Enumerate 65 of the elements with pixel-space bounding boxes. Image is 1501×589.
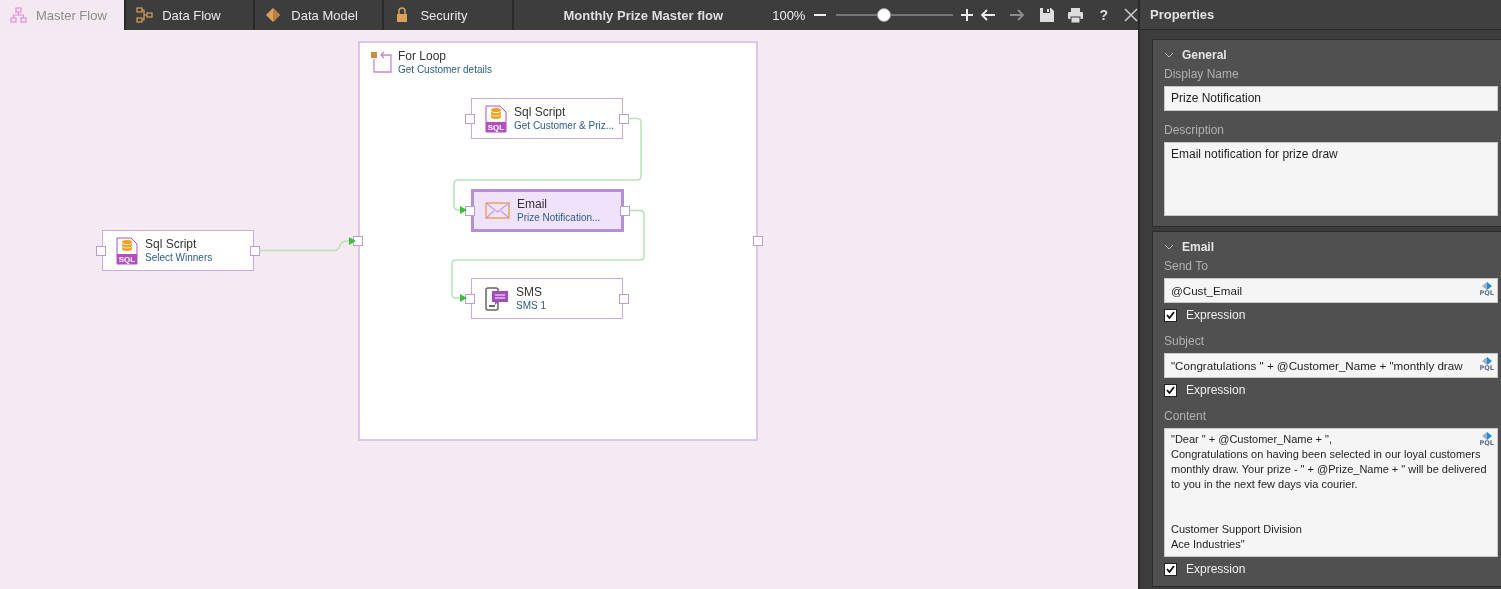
chevron-icon: [1164, 242, 1174, 252]
node-subtitle: Prize Notification...: [517, 210, 601, 224]
data-flow-icon: [136, 7, 154, 23]
node-title: Sql Script: [514, 105, 567, 119]
flow-title: Monthly Prize Master flow: [563, 7, 724, 23]
section-header[interactable]: Email: [1164, 238, 1498, 256]
tab[interactable]: Data Flow: [126, 0, 254, 30]
loop-icon: [370, 51, 392, 73]
slider-thumb[interactable]: [877, 8, 892, 22]
panel-title: Properties: [1140, 0, 1501, 30]
zoom-in-button[interactable]: [961, 9, 974, 21]
check-icon: [1166, 311, 1175, 319]
section-header[interactable]: General: [1164, 46, 1498, 64]
zoom-level: 100%: [772, 7, 806, 23]
check-icon: [1166, 386, 1175, 394]
field-label: Send To: [1164, 259, 1209, 273]
plus-icon: [961, 9, 974, 21]
flow-node[interactable]: SQL Sql Script Select Winners: [102, 230, 254, 271]
field-label: Display Name: [1164, 67, 1240, 81]
field-label: Content: [1164, 409, 1208, 423]
node-subtitle: Get Customer & Priz...: [514, 119, 615, 132]
envelope-icon: [485, 202, 510, 219]
node-subtitle: Select Winners: [145, 251, 213, 264]
print-button[interactable]: [1067, 7, 1085, 23]
field-label: Subject: [1164, 334, 1206, 348]
checkbox-label: Expression: [1186, 562, 1246, 576]
flow-node[interactable]: SQL Sql Script Get Customer & Priz...: [471, 98, 623, 139]
node-title: SMS: [516, 285, 543, 299]
flow-node[interactable]: SMS SMS 1: [471, 278, 623, 319]
loop-subtitle: Get Customer details: [398, 63, 492, 76]
triangle-icon: [1481, 432, 1492, 440]
node-title: Sql Script: [145, 237, 198, 251]
flow-node[interactable]: Email Prize Notification...: [471, 189, 624, 232]
check-icon: [1166, 565, 1175, 573]
connection-port[interactable]: [465, 205, 475, 216]
flowchart-icon: [10, 7, 27, 23]
checkbox-label: Expression: [1186, 308, 1246, 322]
node-title: Email: [517, 197, 548, 211]
checkbox-label: Expression: [1186, 383, 1246, 397]
chevron-icon: [1164, 50, 1174, 60]
close-button[interactable]: [1124, 8, 1138, 22]
loop-title: For Loop: [398, 50, 448, 63]
triangle-icon: [1481, 282, 1492, 290]
checkbox[interactable]: [1164, 383, 1177, 397]
help-button[interactable]: ?: [1099, 7, 1108, 23]
tab[interactable]: Data Model: [255, 0, 383, 30]
input-field[interactable]: Email notification for prize draw: [1164, 142, 1498, 216]
close-icon: [1124, 8, 1138, 22]
node-subtitle: SMS 1: [516, 298, 546, 312]
checkbox[interactable]: [1164, 562, 1177, 576]
diamond-icon: [265, 7, 283, 23]
field-label: Description: [1164, 123, 1226, 137]
checkbox[interactable]: [1164, 308, 1177, 322]
sql-file-icon: SQL: [116, 236, 138, 265]
connection-port[interactable]: [620, 205, 630, 216]
left-arrow-icon: [979, 7, 997, 23]
sql-file-icon: SQL: [485, 104, 507, 133]
triangle-icon: [1481, 357, 1492, 365]
undo-button[interactable]: [979, 7, 997, 23]
tab[interactable]: Security: [384, 0, 512, 30]
save-button[interactable]: [1039, 7, 1056, 23]
printer-icon: [1067, 7, 1085, 23]
right-arrow-icon: [1009, 7, 1027, 23]
input-field[interactable]: Prize Notification: [1164, 86, 1498, 111]
chat-phone-icon: [485, 286, 509, 311]
